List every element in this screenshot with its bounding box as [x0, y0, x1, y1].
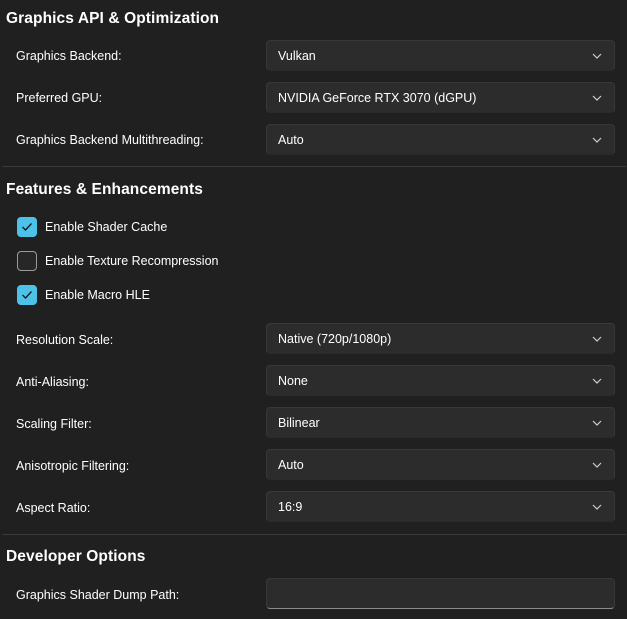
chevron-down-icon — [591, 459, 603, 471]
checkmark-icon — [22, 223, 32, 231]
backend-multithreading-dropdown[interactable]: Auto — [266, 124, 615, 155]
anisotropic-filtering-label: Anisotropic Filtering: — [16, 459, 130, 473]
chevron-down-icon — [591, 92, 603, 104]
preferred-gpu-label: Preferred GPU: — [16, 91, 103, 105]
checkbox-shader-cache[interactable]: Enable Shader Cache — [17, 217, 167, 237]
scaling-filter-label: Scaling Filter: — [16, 417, 92, 431]
chevron-down-icon — [591, 134, 603, 146]
aspect-ratio-dropdown[interactable]: 16:9 — [266, 491, 615, 522]
checkbox-box[interactable] — [17, 217, 37, 237]
anti-aliasing-dropdown[interactable]: None — [266, 365, 615, 396]
preferred-gpu-value: NVIDIA GeForce RTX 3070 (dGPU) — [278, 90, 477, 105]
resolution-scale-dropdown[interactable]: Native (720p/1080p) — [266, 323, 615, 354]
checkbox-label: Enable Macro HLE — [45, 288, 150, 302]
checkbox-box[interactable] — [17, 285, 37, 305]
checkbox-macro-hle[interactable]: Enable Macro HLE — [17, 285, 150, 305]
section-title-graphics-api: Graphics API & Optimization — [6, 10, 220, 27]
chevron-down-icon — [591, 375, 603, 387]
anisotropic-filtering-value: Auto — [278, 457, 304, 472]
chevron-down-icon — [591, 417, 603, 429]
resolution-scale-label: Resolution Scale: — [16, 333, 114, 347]
shader-dump-path-input[interactable] — [266, 578, 615, 609]
aspect-ratio-value: 16:9 — [278, 499, 303, 514]
checkbox-texture-recompression[interactable]: Enable Texture Recompression — [17, 251, 218, 271]
chevron-down-icon — [591, 501, 603, 513]
shader-dump-path-label: Graphics Shader Dump Path: — [16, 588, 180, 602]
scaling-filter-dropdown[interactable]: Bilinear — [266, 407, 615, 438]
graphics-backend-label: Graphics Backend: — [16, 49, 122, 63]
resolution-scale-value: Native (720p/1080p) — [278, 331, 392, 346]
graphics-backend-value: Vulkan — [278, 48, 316, 63]
checkbox-box[interactable] — [17, 251, 37, 271]
backend-multithreading-label: Graphics Backend Multithreading: — [16, 133, 204, 147]
checkbox-label: Enable Shader Cache — [45, 220, 168, 234]
section-divider — [2, 166, 626, 167]
section-divider — [2, 534, 626, 535]
graphics-settings-panel: Graphics API & Optimization Graphics Bac… — [0, 0, 627, 619]
scaling-filter-value: Bilinear — [278, 415, 320, 430]
checkmark-icon — [22, 291, 32, 299]
section-title-developer: Developer Options — [6, 548, 146, 565]
chevron-down-icon — [591, 333, 603, 345]
anti-aliasing-label: Anti-Aliasing: — [16, 375, 89, 389]
graphics-backend-dropdown[interactable]: Vulkan — [266, 40, 615, 71]
anisotropic-filtering-dropdown[interactable]: Auto — [266, 449, 615, 480]
preferred-gpu-dropdown[interactable]: NVIDIA GeForce RTX 3070 (dGPU) — [266, 82, 615, 113]
section-title-features: Features & Enhancements — [6, 181, 203, 198]
checkbox-label: Enable Texture Recompression — [45, 254, 219, 268]
anti-aliasing-value: None — [278, 373, 308, 388]
aspect-ratio-label: Aspect Ratio: — [16, 501, 91, 515]
chevron-down-icon — [591, 50, 603, 62]
backend-multithreading-value: Auto — [278, 132, 304, 147]
